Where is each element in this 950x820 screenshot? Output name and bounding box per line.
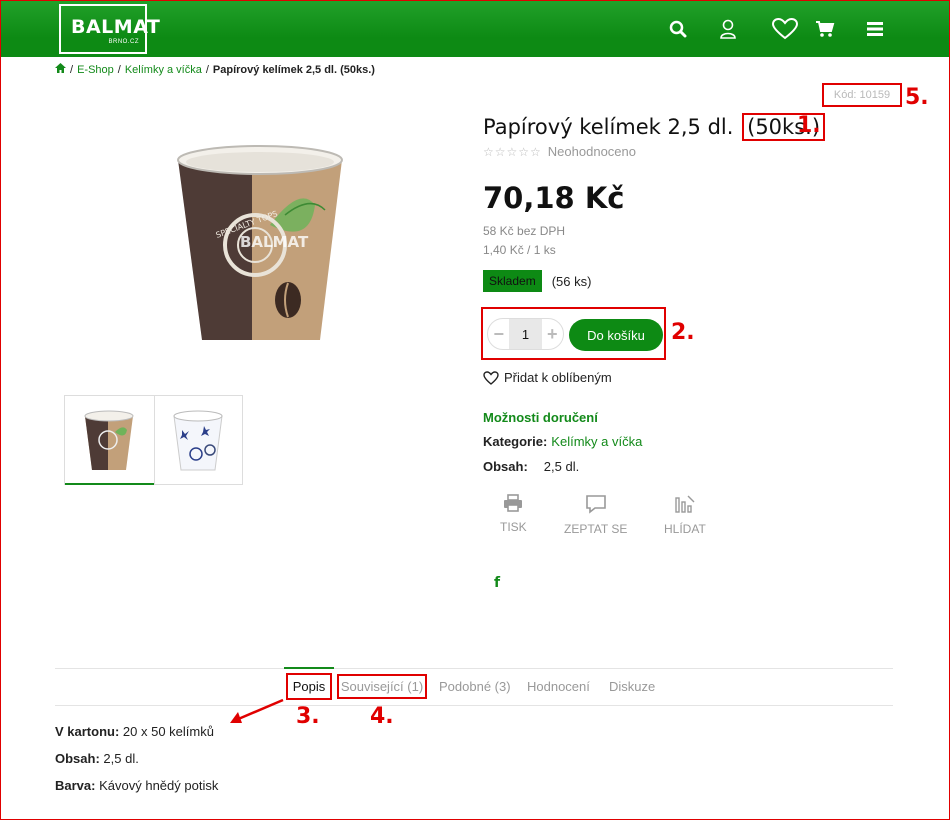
tab-popis[interactable]: Popis bbox=[286, 673, 332, 700]
add-to-cart-button[interactable]: Do košíku bbox=[569, 319, 663, 351]
cup-logo-text: BALMAT bbox=[240, 233, 309, 251]
annotation-1: 1. bbox=[797, 113, 821, 138]
quantity-input[interactable]: 1 bbox=[509, 319, 542, 349]
rating-text: Neohodnoceno bbox=[547, 144, 636, 159]
stock-count: (56 ks) bbox=[551, 273, 592, 289]
print-label: TISK bbox=[500, 520, 527, 534]
product-title: Papírový kelímek 2,5 dl. (50ks.) bbox=[483, 113, 826, 141]
chart-watch-icon bbox=[675, 495, 695, 513]
product-rating[interactable]: ☆☆☆☆☆ Neohodnoceno bbox=[483, 144, 636, 159]
breadcrumb: / E-Shop / Kelímky a víčka / Papírový ke… bbox=[55, 63, 375, 76]
rating-stars-icon[interactable]: ☆☆☆☆☆ bbox=[483, 145, 542, 159]
product-title-main: Papírový kelímek 2,5 dl. bbox=[483, 115, 734, 139]
annotation-arrow-icon bbox=[230, 698, 284, 723]
annotation-3: 3. bbox=[296, 704, 320, 729]
description-row: Barva: Kávový hnědý potisk bbox=[55, 778, 218, 793]
watch-label: HLÍDAT bbox=[664, 522, 706, 536]
add-favorite-text: Přidat k oblíbeným bbox=[504, 370, 612, 385]
delivery-options-link[interactable]: Možnosti doručení bbox=[483, 410, 598, 425]
quantity-stepper: − 1 + bbox=[487, 318, 564, 350]
watch-action[interactable]: HLÍDAT bbox=[664, 494, 706, 536]
description-value: Kávový hnědý potisk bbox=[99, 778, 219, 793]
annotation-2: 2. bbox=[671, 320, 695, 345]
ask-label: ZEPTAT SE bbox=[564, 522, 628, 536]
description-value: 2,5 dl. bbox=[103, 751, 139, 766]
description-label: Obsah: bbox=[55, 751, 100, 766]
content-value: 2,5 dl. bbox=[543, 459, 580, 474]
active-tab-indicator bbox=[284, 667, 334, 669]
printer-icon bbox=[504, 494, 523, 512]
site-logo[interactable]: BALMAT BRNO.CZ bbox=[59, 4, 160, 54]
site-header: BALMAT BRNO.CZ bbox=[0, 0, 950, 57]
tabs-divider-bottom bbox=[55, 705, 893, 706]
breadcrumb-separator: / bbox=[117, 63, 121, 76]
breadcrumb-link-category[interactable]: Kelímky a víčka bbox=[125, 64, 202, 76]
content-label: Obsah: bbox=[483, 459, 528, 474]
product-price: 70,18 Kč bbox=[483, 181, 625, 215]
category-row: Kategorie: Kelímky a víčka bbox=[483, 434, 642, 449]
description-label: V kartonu: bbox=[55, 724, 120, 739]
tab-diskuze[interactable]: Diskuze bbox=[609, 679, 655, 694]
product-thumbnails bbox=[64, 395, 243, 485]
chat-icon bbox=[585, 495, 606, 514]
breadcrumb-link-eshop[interactable]: E-Shop bbox=[77, 64, 114, 76]
breadcrumb-separator: / bbox=[70, 63, 74, 76]
annotation-5: 5. bbox=[905, 85, 929, 110]
description-row: V kartonu: 20 x 50 kelímků bbox=[55, 724, 214, 739]
tab-souvisejici[interactable]: Související (1) bbox=[337, 674, 427, 699]
product-main-image[interactable]: SPECIALTY TOPS BALMAT bbox=[160, 125, 360, 350]
facebook-share-icon[interactable]: f bbox=[494, 575, 500, 591]
category-label: Kategorie: bbox=[483, 434, 548, 449]
ask-action[interactable]: ZEPTAT SE bbox=[564, 494, 627, 536]
category-link[interactable]: Kelímky a víčka bbox=[551, 434, 642, 449]
heart-icon[interactable] bbox=[770, 16, 800, 42]
search-icon[interactable] bbox=[665, 16, 691, 42]
breadcrumb-separator: / bbox=[205, 63, 209, 76]
thumbnail-white-cup[interactable] bbox=[153, 396, 243, 484]
breadcrumb-current: Papírový kelímek 2,5 dl. (50ks.) bbox=[212, 63, 375, 76]
product-code: Kód: 10159 bbox=[822, 83, 902, 107]
add-favorite-link[interactable]: Přidat k oblíbeným bbox=[483, 370, 612, 385]
description-row: Obsah: 2,5 dl. bbox=[55, 751, 139, 766]
unit-price: 1,40 Kč / 1 ks bbox=[483, 243, 556, 257]
user-icon[interactable] bbox=[715, 16, 741, 42]
tabs-divider-top bbox=[55, 668, 893, 669]
tab-hodnoceni[interactable]: Hodnocení bbox=[527, 679, 590, 694]
menu-icon[interactable] bbox=[862, 16, 888, 42]
home-icon[interactable] bbox=[55, 63, 66, 76]
logo-subtext: BRNO.CZ bbox=[108, 39, 139, 45]
description-label: Barva: bbox=[55, 778, 96, 793]
thumbnail-brown-cup[interactable] bbox=[65, 396, 154, 485]
description-value: 20 x 50 kelímků bbox=[122, 724, 214, 739]
stock-badge: Skladem bbox=[483, 270, 542, 292]
decrease-quantity-button[interactable]: − bbox=[488, 319, 509, 349]
add-to-cart-area: − 1 + Do košíku bbox=[481, 307, 666, 360]
price-without-vat: 58 Kč bez DPH bbox=[483, 224, 566, 238]
annotation-4: 4. bbox=[370, 704, 394, 729]
stock-info: Skladem (56 ks) bbox=[483, 270, 591, 292]
product-code-text: Kód: 10159 bbox=[833, 89, 891, 101]
content-row: Obsah: 2,5 dl. bbox=[483, 459, 579, 474]
cart-icon[interactable] bbox=[812, 16, 838, 42]
increase-quantity-button[interactable]: + bbox=[542, 319, 563, 349]
print-action[interactable]: TISK bbox=[500, 494, 527, 534]
logo-text: BALMAT bbox=[71, 16, 161, 38]
heart-outline-icon bbox=[483, 370, 499, 385]
tab-podobne[interactable]: Podobné (3) bbox=[439, 679, 511, 694]
